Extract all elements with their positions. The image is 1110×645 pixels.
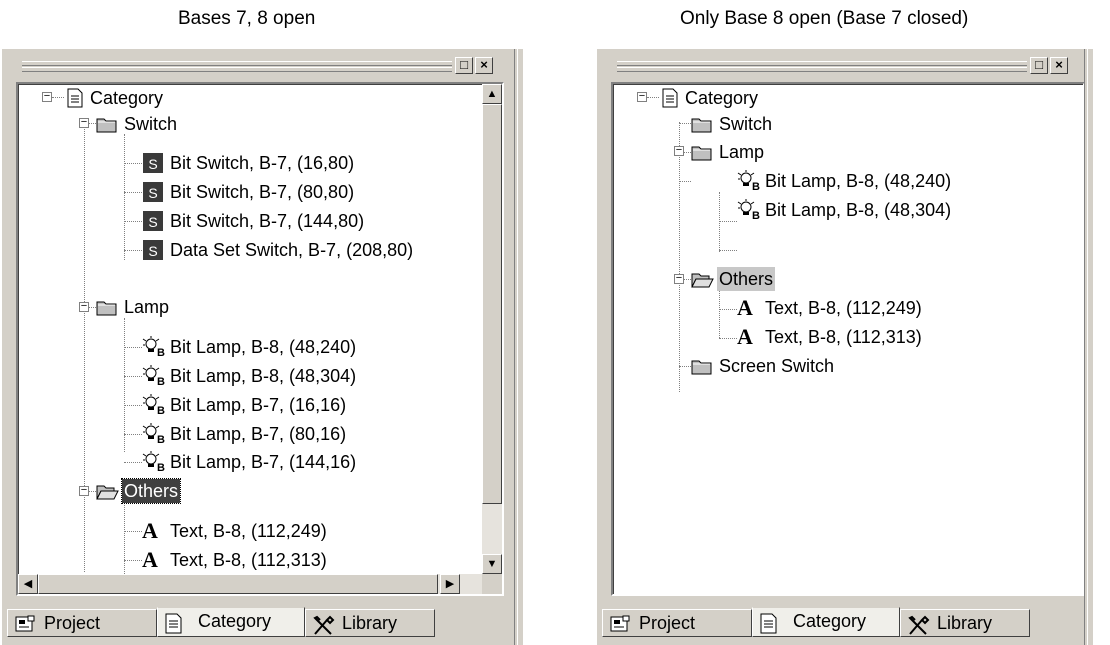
restore-button[interactable]: □ — [1030, 57, 1048, 74]
switch-icon: S — [143, 240, 163, 260]
tree-item-label: Text, B-8, (112,249) — [765, 298, 922, 318]
lamp-icon: B — [142, 423, 165, 445]
project-icon — [610, 615, 630, 632]
tree-item-label: Bit Switch, B-7, (16,80) — [170, 153, 355, 173]
tree-item-label: Bit Switch, B-7, (144,80) — [170, 211, 365, 231]
tab-project[interactable]: Project — [7, 609, 157, 637]
folder-label: Lamp — [124, 297, 170, 317]
close-button[interactable]: × — [1050, 57, 1068, 74]
document-icon — [165, 613, 182, 634]
folder-icon — [96, 118, 117, 133]
folder-icon — [691, 146, 712, 161]
lamp-icon: B — [142, 365, 165, 387]
svg-text:S: S — [148, 156, 157, 172]
text-icon: A — [737, 324, 753, 349]
collapse-toggle[interactable]: − — [674, 145, 684, 156]
tree-item-label: Text, B-8, (112,313) — [170, 550, 327, 570]
svg-text:B: B — [752, 210, 760, 221]
svg-text:B: B — [752, 181, 760, 192]
collapse-toggle[interactable]: − — [79, 117, 89, 128]
tab-category[interactable]: Category — [157, 607, 305, 637]
lamp-icon: B — [142, 451, 165, 473]
svg-text:B: B — [157, 462, 165, 473]
tree-item-label: Bit Lamp, B-8, (48,240) — [170, 337, 357, 357]
text-icon: A — [737, 295, 753, 320]
tab-library[interactable]: Library — [305, 609, 435, 637]
scroll-up-button[interactable]: ▲ — [482, 84, 502, 104]
tree-item-label: Text, B-8, (112,249) — [170, 521, 327, 541]
svg-text:B: B — [157, 434, 165, 445]
svg-text:S: S — [148, 185, 157, 201]
close-button[interactable]: × — [475, 57, 493, 74]
folder-label: Others — [120, 478, 182, 504]
collapse-toggle[interactable]: − — [42, 91, 52, 102]
svg-text:B: B — [157, 347, 165, 358]
scroll-down-button[interactable]: ▼ — [482, 554, 502, 574]
category-tree[interactable]: − Category − Switch S Bit Switch, B-7, (… — [16, 82, 504, 596]
caption-right: Only Base 8 open (Base 7 closed) — [680, 8, 969, 29]
folder-label: Switch — [124, 114, 178, 134]
document-icon — [662, 88, 678, 108]
tools-icon — [908, 615, 930, 635]
collapse-toggle[interactable]: − — [79, 301, 89, 312]
right-panel: □ × − Category Switch − Lamp B Bit Lamp,… — [597, 49, 1093, 645]
svg-text:S: S — [148, 214, 157, 230]
tree-item-label: Bit Lamp, B-8, (48,240) — [765, 171, 952, 191]
tree-item-label: Text, B-8, (112,313) — [765, 327, 922, 347]
tools-icon — [313, 615, 335, 635]
switch-icon: S — [143, 211, 163, 231]
tab-project[interactable]: Project — [602, 609, 752, 637]
tree-item-label: Data Set Switch, B-7, (208,80) — [170, 240, 414, 260]
folder-label: Lamp — [719, 142, 765, 162]
tree-item-label: Bit Lamp, B-7, (144,16) — [170, 452, 357, 472]
switch-icon: S — [143, 153, 163, 173]
svg-text:B: B — [157, 376, 165, 387]
tree-item-label: Bit Lamp, B-8, (48,304) — [765, 200, 952, 220]
collapse-toggle[interactable]: − — [674, 273, 684, 284]
project-icon — [15, 615, 35, 632]
tree-root-label: Category — [685, 88, 759, 108]
scroll-right-button[interactable]: ▶ — [440, 574, 460, 594]
text-icon: A — [142, 547, 158, 572]
scroll-thumb[interactable] — [482, 104, 502, 504]
lamp-icon: B — [142, 394, 165, 416]
scroll-thumb[interactable] — [38, 574, 438, 594]
category-tree[interactable]: − Category Switch − Lamp B Bit Lamp, B-8… — [611, 82, 1085, 596]
tab-category[interactable]: Category — [752, 607, 900, 637]
lamp-icon: B — [737, 170, 760, 192]
document-icon — [760, 613, 777, 634]
tab-library[interactable]: Library — [900, 609, 1030, 637]
folder-label: Switch — [719, 114, 773, 134]
tree-root-label: Category — [90, 88, 164, 108]
document-icon — [67, 88, 83, 108]
svg-text:B: B — [157, 405, 165, 416]
tree-item-label: Bit Switch, B-7, (80,80) — [170, 182, 355, 202]
horizontal-scrollbar[interactable]: ◀ ▶ — [18, 574, 482, 594]
tree-item-label: Bit Lamp, B-8, (48,304) — [170, 366, 357, 386]
svg-text:S: S — [148, 243, 157, 259]
collapse-toggle[interactable]: − — [637, 91, 647, 102]
restore-button[interactable]: □ — [455, 57, 473, 74]
left-panel: □ × − Category − Switch S Bit Switch, B-… — [2, 49, 523, 645]
tree-item-label: Bit Lamp, B-7, (80,16) — [170, 424, 347, 444]
folder-label: Others — [717, 267, 776, 291]
collapse-toggle[interactable]: − — [79, 485, 89, 496]
scroll-left-button[interactable]: ◀ — [18, 574, 38, 594]
caption-left: Bases 7, 8 open — [178, 8, 316, 29]
folder-label: Screen Switch — [719, 356, 835, 376]
tree-item-label: Bit Lamp, B-7, (16,16) — [170, 395, 347, 415]
lamp-icon: B — [142, 336, 165, 358]
folder-icon — [96, 301, 117, 316]
vertical-scrollbar[interactable]: ▲ ▼ — [482, 84, 502, 574]
switch-icon: S — [143, 182, 163, 202]
lamp-icon: B — [737, 199, 760, 221]
text-icon: A — [142, 518, 158, 543]
open-folder-icon — [96, 485, 119, 500]
folder-icon — [691, 360, 712, 375]
folder-icon — [691, 118, 712, 133]
open-folder-icon — [691, 273, 714, 288]
